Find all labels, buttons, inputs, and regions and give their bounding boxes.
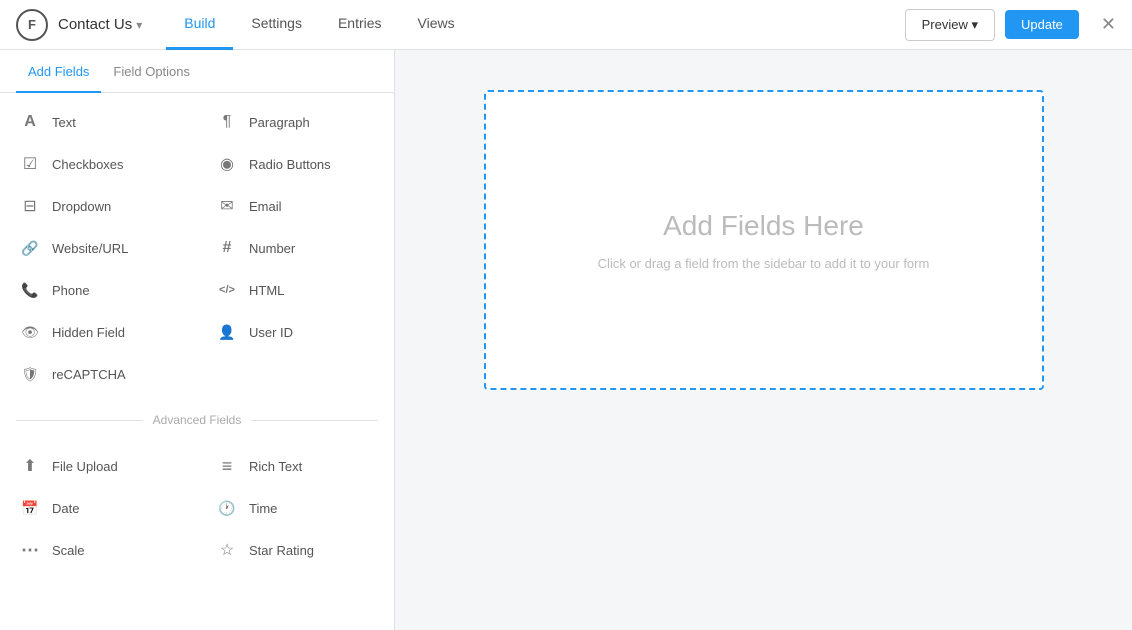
drop-subtitle: Click or drag a field from the sidebar t… bbox=[598, 256, 930, 271]
sidebar: Add Fields Field Options Text Paragraph … bbox=[0, 50, 395, 630]
field-checkboxes[interactable]: Checkboxes bbox=[0, 143, 197, 185]
field-radio-buttons[interactable]: Radio Buttons bbox=[197, 143, 394, 185]
field-number[interactable]: Number bbox=[197, 227, 394, 269]
drop-title: Add Fields Here bbox=[663, 210, 864, 242]
field-dropdown-label: Dropdown bbox=[52, 199, 111, 214]
field-number-label: Number bbox=[249, 241, 295, 256]
close-button[interactable]: ✕ bbox=[1101, 14, 1116, 35]
field-upload-label: File Upload bbox=[52, 459, 118, 474]
field-time-label: Time bbox=[249, 501, 277, 516]
advanced-section-divider: Advanced Fields bbox=[0, 403, 394, 437]
nav-entries[interactable]: Entries bbox=[320, 0, 400, 50]
time-icon bbox=[217, 498, 237, 518]
nav-settings[interactable]: Settings bbox=[233, 0, 320, 50]
dropdown-icon bbox=[20, 196, 40, 216]
field-url[interactable]: Website/URL bbox=[0, 227, 197, 269]
advanced-fields-grid: File Upload Rich Text Date Time Scale bbox=[0, 437, 394, 579]
url-icon bbox=[20, 238, 40, 258]
field-url-label: Website/URL bbox=[52, 241, 128, 256]
field-scale-label: Scale bbox=[52, 543, 85, 558]
field-email-label: Email bbox=[249, 199, 282, 214]
field-userid-label: User ID bbox=[249, 325, 293, 340]
field-html-label: HTML bbox=[249, 283, 284, 298]
tab-field-options[interactable]: Field Options bbox=[101, 50, 202, 93]
captcha-icon bbox=[20, 364, 40, 384]
nav-build[interactable]: Build bbox=[166, 0, 233, 50]
title-chevron[interactable]: ▾ bbox=[136, 18, 142, 32]
field-date-label: Date bbox=[52, 501, 79, 516]
number-icon bbox=[217, 238, 237, 258]
date-icon bbox=[20, 498, 40, 518]
main-canvas: Add Fields Here Click or drag a field fr… bbox=[395, 50, 1132, 630]
nav-views[interactable]: Views bbox=[400, 0, 473, 50]
field-paragraph[interactable]: Paragraph bbox=[197, 101, 394, 143]
field-paragraph-label: Paragraph bbox=[249, 115, 310, 130]
field-hidden-label: Hidden Field bbox=[52, 325, 125, 340]
tab-add-fields[interactable]: Add Fields bbox=[16, 50, 101, 93]
form-title: Contact Us bbox=[58, 16, 132, 33]
richtext-icon bbox=[217, 456, 237, 476]
advanced-section-label: Advanced Fields bbox=[153, 413, 242, 427]
field-date[interactable]: Date bbox=[0, 487, 197, 529]
field-time[interactable]: Time bbox=[197, 487, 394, 529]
drop-zone[interactable]: Add Fields Here Click or drag a field fr… bbox=[484, 90, 1044, 390]
field-email[interactable]: Email bbox=[197, 185, 394, 227]
hidden-icon bbox=[20, 322, 40, 342]
app-logo: F bbox=[16, 9, 48, 41]
field-checkboxes-label: Checkboxes bbox=[52, 157, 124, 172]
field-recaptcha[interactable]: reCAPTCHA bbox=[0, 353, 197, 395]
html-icon bbox=[217, 280, 237, 300]
field-captcha-label: reCAPTCHA bbox=[52, 367, 126, 382]
field-hidden[interactable]: Hidden Field bbox=[0, 311, 197, 353]
radio-icon bbox=[217, 154, 237, 174]
header-actions: Preview ▾ Update ✕ bbox=[905, 9, 1116, 41]
field-richtext-label: Rich Text bbox=[249, 459, 302, 474]
field-star-label: Star Rating bbox=[249, 543, 314, 558]
sidebar-tabs: Add Fields Field Options bbox=[0, 50, 394, 93]
text-icon bbox=[20, 112, 40, 132]
header: F Contact Us ▾ Build Settings Entries Vi… bbox=[0, 0, 1132, 50]
phone-icon bbox=[20, 280, 40, 300]
upload-icon bbox=[20, 456, 40, 476]
email-icon bbox=[217, 196, 237, 216]
field-radio-label: Radio Buttons bbox=[249, 157, 331, 172]
checkboxes-icon bbox=[20, 154, 40, 174]
standard-fields-grid: Text Paragraph Checkboxes Radio Buttons … bbox=[0, 93, 394, 403]
update-button[interactable]: Update bbox=[1005, 10, 1079, 39]
field-phone[interactable]: Phone bbox=[0, 269, 197, 311]
field-html[interactable]: HTML bbox=[197, 269, 394, 311]
main-nav: Build Settings Entries Views bbox=[166, 0, 472, 50]
field-phone-label: Phone bbox=[52, 283, 90, 298]
field-text-label: Text bbox=[52, 115, 76, 130]
star-icon bbox=[217, 540, 237, 560]
field-dropdown[interactable]: Dropdown bbox=[0, 185, 197, 227]
userid-icon bbox=[217, 322, 237, 342]
scale-icon bbox=[20, 540, 40, 560]
preview-button[interactable]: Preview ▾ bbox=[905, 9, 995, 41]
body-layout: Add Fields Field Options Text Paragraph … bbox=[0, 50, 1132, 630]
field-star-rating[interactable]: Star Rating bbox=[197, 529, 394, 571]
paragraph-icon bbox=[217, 112, 237, 132]
field-text[interactable]: Text bbox=[0, 101, 197, 143]
field-rich-text[interactable]: Rich Text bbox=[197, 445, 394, 487]
field-userid[interactable]: User ID bbox=[197, 311, 394, 353]
field-scale[interactable]: Scale bbox=[0, 529, 197, 571]
field-file-upload[interactable]: File Upload bbox=[0, 445, 197, 487]
